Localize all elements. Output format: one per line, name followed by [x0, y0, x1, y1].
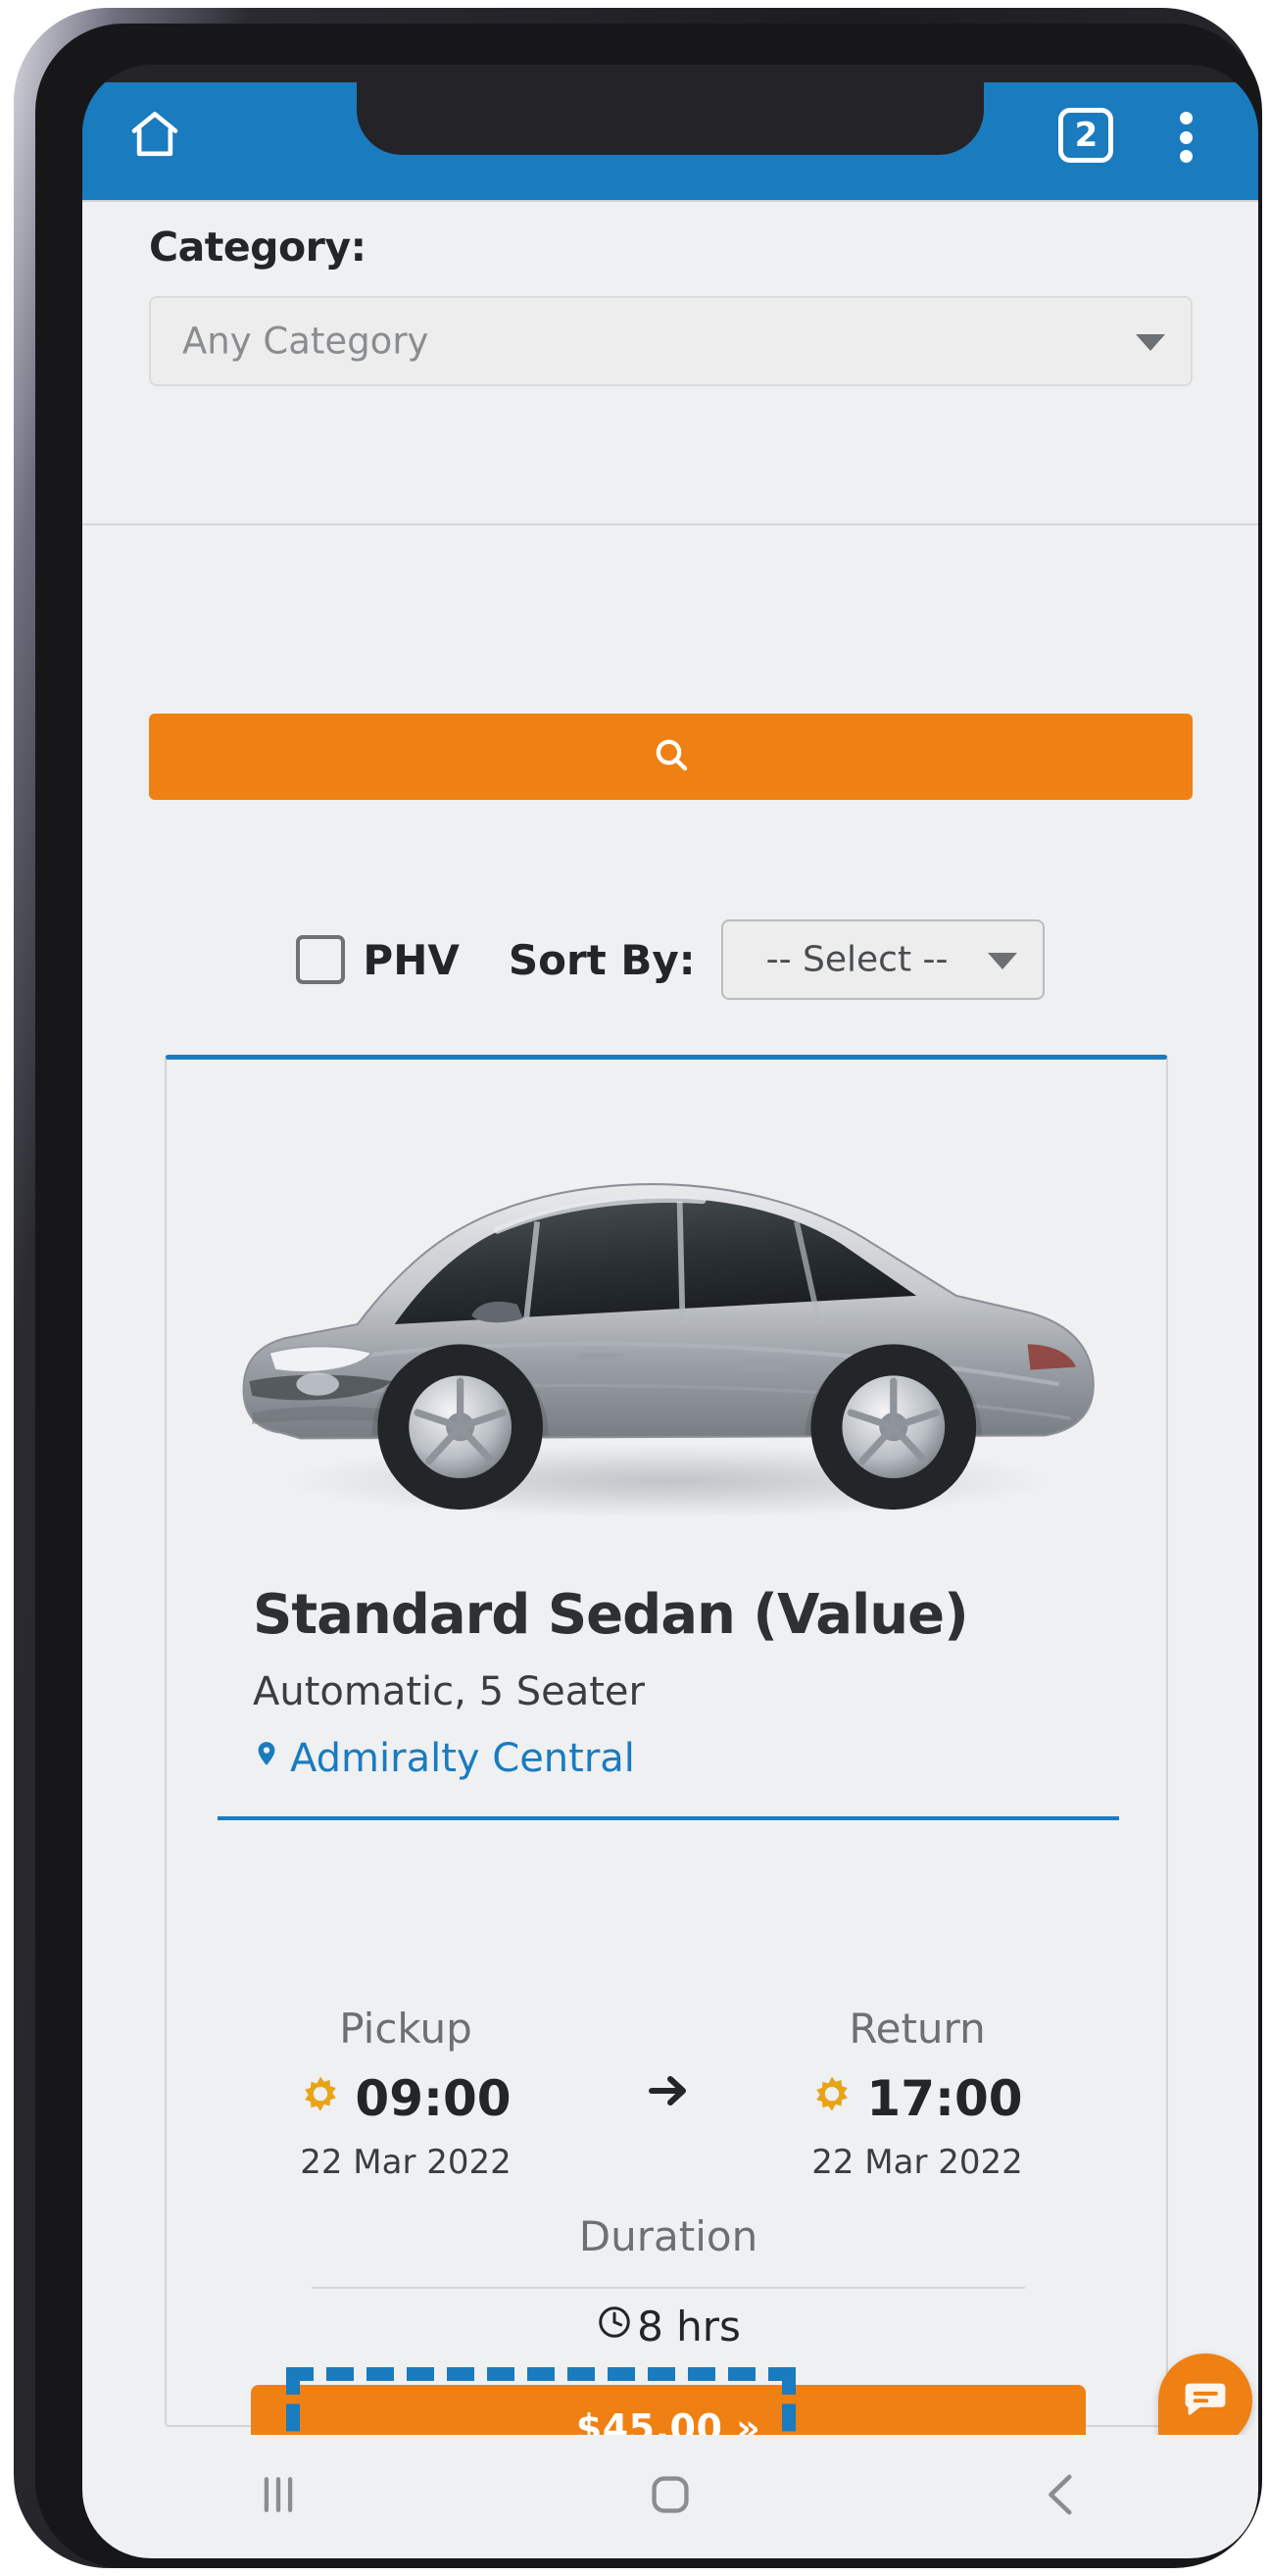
return-slot: Return 17:00 22 Mar 2022	[711, 2005, 1123, 2182]
menu-dot	[1180, 150, 1193, 163]
recents-icon[interactable]	[250, 2466, 307, 2527]
category-select-value: Any Category	[182, 320, 429, 363]
sort-by-select[interactable]: -- Select --	[720, 919, 1045, 1000]
category-select[interactable]: Any Category	[149, 296, 1193, 386]
pickup-time: 09:00	[355, 2070, 512, 2127]
car-title: Standard Sedan (Value)	[253, 1583, 969, 1647]
pickup-heading: Pickup	[339, 2005, 472, 2053]
pickup-date: 22 Mar 2022	[300, 2143, 512, 2182]
duration-label: Duration	[578, 2212, 758, 2260]
car-result-card[interactable]: Standard Sedan (Value) Automatic, 5 Seat…	[165, 1055, 1252, 2435]
car-photo	[167, 1073, 1170, 1544]
phone-screen: 2 Category: Any Category PHV Sort By: --…	[82, 65, 1258, 2558]
browser-toolbar: 2	[82, 82, 1258, 200]
android-navigation-bar	[82, 2435, 1258, 2558]
return-time-row: 17:00	[711, 2070, 1123, 2127]
tab-count-value: 2	[1074, 116, 1099, 155]
sun-icon	[300, 2070, 341, 2127]
return-heading: Return	[849, 2005, 986, 2053]
duration-value: 8 hrs	[637, 2303, 741, 2351]
price-label: $45.00 »	[575, 2406, 761, 2435]
duration-value-row: 8 hrs	[167, 2303, 1170, 2351]
home-icon[interactable]	[127, 107, 182, 162]
search-button[interactable]	[149, 714, 1193, 800]
web-page-viewport: Category: Any Category PHV Sort By: -- S…	[82, 200, 1258, 2435]
car-location-label: Admiralty Central	[290, 1736, 635, 1781]
filter-row: PHV Sort By: -- Select --	[82, 906, 1258, 1014]
back-chevron-icon[interactable]	[1034, 2466, 1091, 2527]
category-label: Category:	[149, 223, 366, 271]
menu-dot	[1180, 130, 1193, 144]
chat-bubble-button[interactable]	[1158, 2353, 1252, 2435]
phv-checkbox[interactable]	[296, 935, 346, 984]
pickup-slot: Pickup 09:00 22 Mar 2022	[200, 2005, 611, 2182]
sun-icon	[811, 2070, 853, 2127]
sort-by-label: Sort By:	[508, 935, 696, 984]
car-location[interactable]: Admiralty Central	[253, 1736, 635, 1781]
clock-icon	[596, 2303, 633, 2351]
return-time: 17:00	[866, 2070, 1023, 2127]
tab-count-badge[interactable]: 2	[1058, 108, 1113, 163]
map-pin-icon	[253, 1736, 280, 1781]
chevron-down-icon	[987, 953, 1017, 969]
duration-divider	[312, 2287, 1025, 2289]
notch-cutout	[357, 82, 984, 155]
card-divider	[218, 1816, 1119, 1820]
search-filter-panel: Category: Any Category	[82, 202, 1258, 525]
three-dot-menu-icon[interactable]	[1180, 112, 1194, 163]
arrow-right-icon	[645, 2067, 692, 2114]
chat-bubble-icon	[1181, 2374, 1230, 2427]
home-square-icon[interactable]	[642, 2466, 699, 2527]
car-subtitle: Automatic, 5 Seater	[253, 1669, 645, 1714]
phone-bezel: 2 Category: Any Category PHV Sort By: --…	[35, 24, 1262, 2568]
chevron-down-icon	[1136, 334, 1165, 351]
pickup-time-row: 09:00	[200, 2070, 611, 2127]
price-book-button[interactable]: $45.00 »	[251, 2385, 1086, 2435]
search-icon	[652, 735, 691, 778]
sort-by-value: -- Select --	[765, 939, 949, 980]
phv-label: PHV	[363, 935, 460, 984]
phone-frame: 2 Category: Any Category PHV Sort By: --…	[14, 8, 1262, 2568]
return-date: 22 Mar 2022	[811, 2143, 1023, 2182]
menu-dot	[1180, 112, 1193, 124]
